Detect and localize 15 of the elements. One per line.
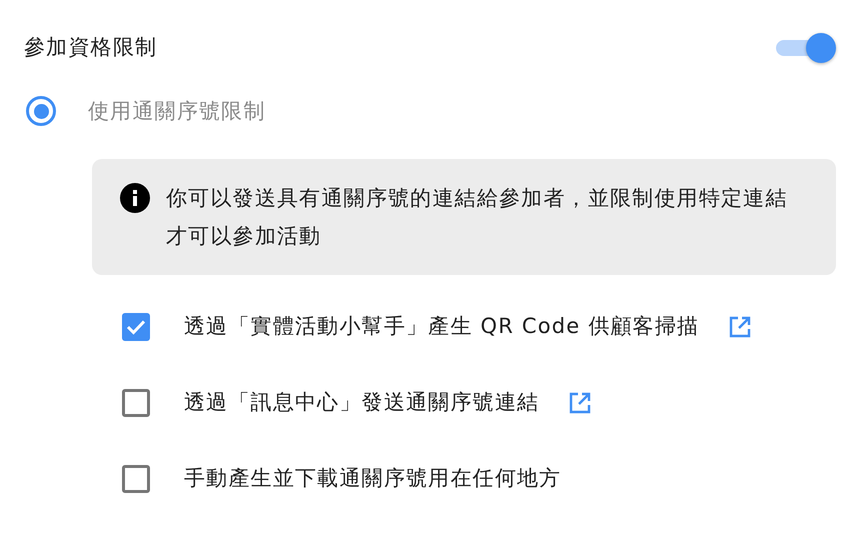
section-title: 參加資格限制	[24, 34, 158, 61]
checkbox-label: 透過「實體活動小幫手」產生 QR Code 供顧客掃描	[184, 313, 700, 340]
option-label: 使用通關序號限制	[88, 98, 266, 124]
external-link-icon[interactable]	[569, 392, 592, 414]
toggle-switch[interactable]	[776, 32, 836, 63]
checkbox[interactable]	[122, 389, 150, 417]
info-icon	[120, 183, 150, 213]
check-icon	[126, 319, 146, 335]
checkbox-label: 手動產生並下載通關序號用在任何地方	[184, 465, 562, 492]
checkbox[interactable]	[122, 465, 150, 493]
external-link-icon[interactable]	[729, 316, 752, 338]
checkbox[interactable]	[122, 313, 150, 341]
info-text: 你可以發送具有通關序號的連結給參加者，並限制使用特定連結才可以參加活動	[166, 185, 789, 250]
checkbox-label: 透過「訊息中心」發送通關序號連結	[184, 389, 540, 416]
radio-button[interactable]	[26, 96, 56, 126]
